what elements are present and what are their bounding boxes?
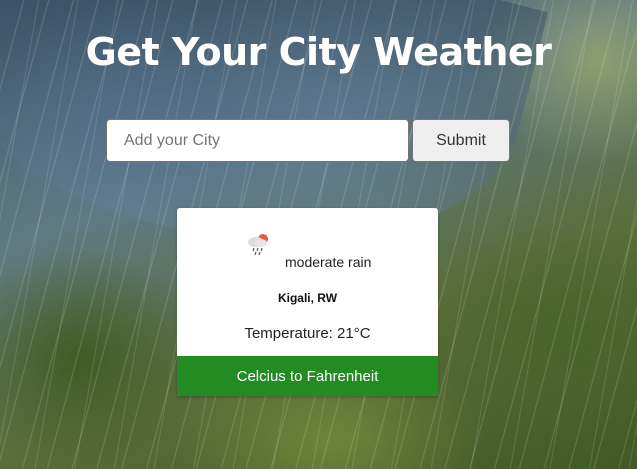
- weather-condition: moderate rain: [285, 254, 372, 270]
- rain-cloud-icon: [248, 234, 268, 256]
- city-location: Kigali, RW: [277, 291, 338, 305]
- convert-unit-button[interactable]: Celcius to Fahrenheit: [177, 356, 438, 396]
- weather-card: moderate rain Kigali, RW Temperature: 21…: [177, 208, 438, 396]
- search-form: Submit: [106, 119, 510, 162]
- city-input[interactable]: [106, 119, 409, 162]
- page-title: Get Your City Weather: [85, 30, 552, 74]
- temperature-readout: Temperature: 21°C: [244, 325, 371, 342]
- submit-button[interactable]: Submit: [412, 119, 510, 162]
